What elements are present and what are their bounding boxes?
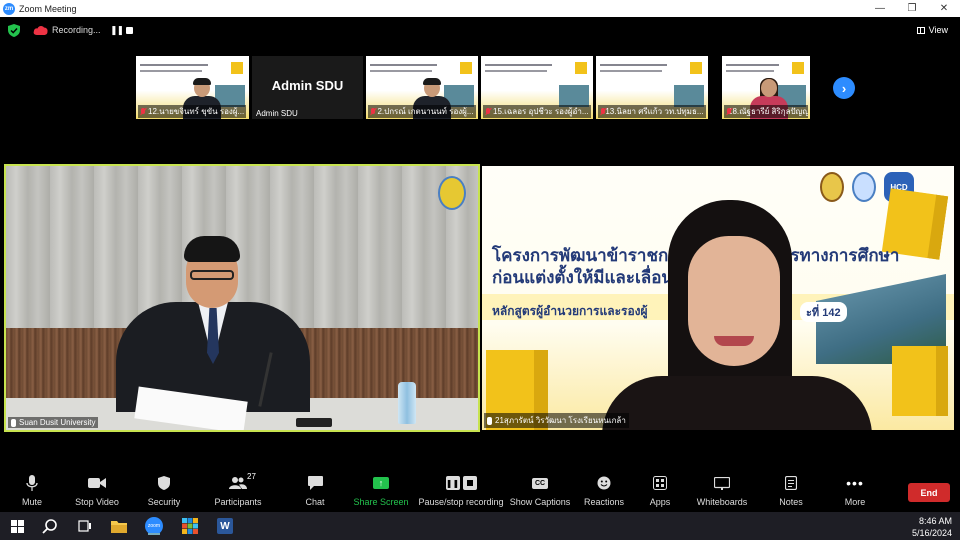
participant-name: 13.นิลยา ศรีแก้ว วท.ปทุมธ... <box>598 105 706 118</box>
restore-button[interactable]: ❐ <box>896 0 928 17</box>
muted-mic-icon <box>370 107 376 116</box>
pause-icon[interactable]: ❚❚ <box>110 25 124 36</box>
close-button[interactable]: ✕ <box>928 0 960 17</box>
muted-mic-icon <box>485 107 491 116</box>
shield-check-icon[interactable] <box>8 24 20 37</box>
security-shield-icon <box>158 476 170 490</box>
show-captions-button[interactable]: CC Show Captions <box>510 474 570 507</box>
participants-icon <box>229 477 247 489</box>
zoom-app-icon[interactable]: zoom <box>145 517 163 535</box>
participant-thumbnail[interactable]: 12.นายขจินทร์ ขุขัน รองผู้... <box>136 56 249 119</box>
cc-icon: CC <box>531 477 549 489</box>
emoji-icon <box>597 476 611 490</box>
chat-button[interactable]: Chat <box>302 474 328 507</box>
start-menu-tiles-icon[interactable] <box>181 517 199 535</box>
task-view-icon[interactable] <box>76 517 94 535</box>
clock-time: 8:46 AM <box>918 516 952 526</box>
chat-options-caret[interactable]: ⌃ <box>54 472 67 489</box>
participant-thumbnail[interactable]: 15.เฉลอร อุปชีวะ รองผู้อำ... <box>481 56 593 119</box>
windows-taskbar: zoom W 8:46 AM 5/16/2024 <box>0 512 960 540</box>
cloud-recording-icon <box>33 26 48 35</box>
stop-video-button[interactable]: Stop Video <box>74 474 120 507</box>
chevron-right-icon: › <box>841 80 847 96</box>
microphone-icon <box>11 418 16 427</box>
emblem-logo <box>820 172 844 202</box>
apps-icon <box>653 476 667 490</box>
video-name-label: Suan Dusit University <box>8 417 99 428</box>
zoom-logo-icon: zm <box>3 2 15 15</box>
whiteboard-icon <box>714 476 730 490</box>
participant-thumbnail[interactable]: 18.ณัฐธารีย์ สิริกุลปัญญา... <box>722 56 810 119</box>
muted-mic-icon <box>600 107 606 116</box>
pause-stop-recording-button[interactable]: ❚❚ Pause/stop recording <box>418 474 504 507</box>
participant-thumbnail[interactable]: 2.ปกรณ์ เกตนานนท์ รองผู้... <box>366 56 478 119</box>
minimize-button[interactable]: — <box>864 0 896 17</box>
end-meeting-button[interactable]: End <box>908 483 950 502</box>
active-speaker-video[interactable]: Suan Dusit University <box>4 164 480 432</box>
apps-button[interactable]: Apps <box>647 474 673 507</box>
reactions-button[interactable]: Reactions <box>583 474 625 507</box>
clock-date: 5/16/2024 <box>911 528 952 538</box>
video-camera-icon <box>88 478 106 488</box>
view-button[interactable]: View <box>916 25 948 35</box>
more-dots-icon: ••• <box>846 475 864 491</box>
title-bar: zm Zoom Meeting — ❐ ✕ <box>0 0 960 17</box>
participants-button[interactable]: 27 Participants <box>212 472 264 507</box>
participant-thumbnail[interactable]: 13.นิลยา ศรีแก้ว วท.ปทุมธ... <box>596 56 708 119</box>
search-icon[interactable] <box>41 517 59 535</box>
participant-name: 12.นายขจินทร์ ขุขัน รองผู้... <box>138 105 247 118</box>
participant-avatar-name: Admin SDU <box>271 78 344 93</box>
slide-subtitle: หลักสูตรผู้อำนวยการและรองผู้ <box>492 304 648 318</box>
security-button[interactable]: Security <box>146 474 182 507</box>
university-logo <box>438 176 466 210</box>
university-logo <box>852 172 876 202</box>
microphone-icon <box>26 475 38 491</box>
taskbar-clock[interactable]: 8:46 AM 5/16/2024 <box>912 515 952 539</box>
more-button[interactable]: ••• More <box>842 474 868 507</box>
grid-view-icon <box>916 26 925 34</box>
participant-video[interactable]: HCD โครงการพัฒนาข้าราชการครูและบุคลากรทา… <box>482 166 954 430</box>
recording-status: Recording... <box>52 25 101 35</box>
stop-icon[interactable] <box>126 27 133 34</box>
chat-bubble-icon <box>307 476 323 490</box>
pause-stop-icon: ❚❚ <box>445 474 477 492</box>
participant-name: Admin SDU <box>256 109 298 118</box>
view-label: View <box>928 25 948 35</box>
participant-figure <box>602 200 872 430</box>
meeting-status-bar: Recording... ❚❚ View <box>0 17 960 45</box>
apps-options-caret[interactable]: ⌃ <box>125 472 138 489</box>
file-explorer-icon[interactable] <box>110 517 128 535</box>
participant-name: 18.ณัฐธารีย์ สิริกุลปัญญา... <box>724 105 809 118</box>
next-page-button[interactable]: › <box>833 77 855 99</box>
participant-thumbnail[interactable]: Admin SDU Admin SDU <box>252 56 363 119</box>
windows-start-icon[interactable] <box>8 517 26 535</box>
word-icon[interactable]: W <box>216 517 234 535</box>
mute-options-caret[interactable]: ⌃ <box>0 472 13 489</box>
meeting-toolbar: Mute ⌃ Stop Video ⌃ Security 27 Particip… <box>0 470 960 512</box>
whiteboards-button[interactable]: Whiteboards <box>695 474 749 507</box>
window-title: Zoom Meeting <box>19 3 77 14</box>
mute-button[interactable]: Mute <box>18 474 46 507</box>
share-screen-button[interactable]: ↑ Share Screen <box>353 474 409 507</box>
muted-mic-icon <box>140 107 146 116</box>
participant-name: 2.ปกรณ์ เกตนานนท์ รองผู้... <box>368 105 476 118</box>
participants-count: 27 <box>247 472 256 481</box>
notes-icon <box>785 476 797 490</box>
participant-name: 15.เฉลอร อุปชีวะ รองผู้อำ... <box>483 105 591 118</box>
microphone-icon <box>487 416 492 425</box>
share-screen-icon: ↑ <box>373 477 389 489</box>
notes-button[interactable]: Notes <box>778 474 804 507</box>
video-name-label: 21สุภารัตน์ วิรวัฒนา โรงเรียนหนเกล้า <box>484 413 629 428</box>
